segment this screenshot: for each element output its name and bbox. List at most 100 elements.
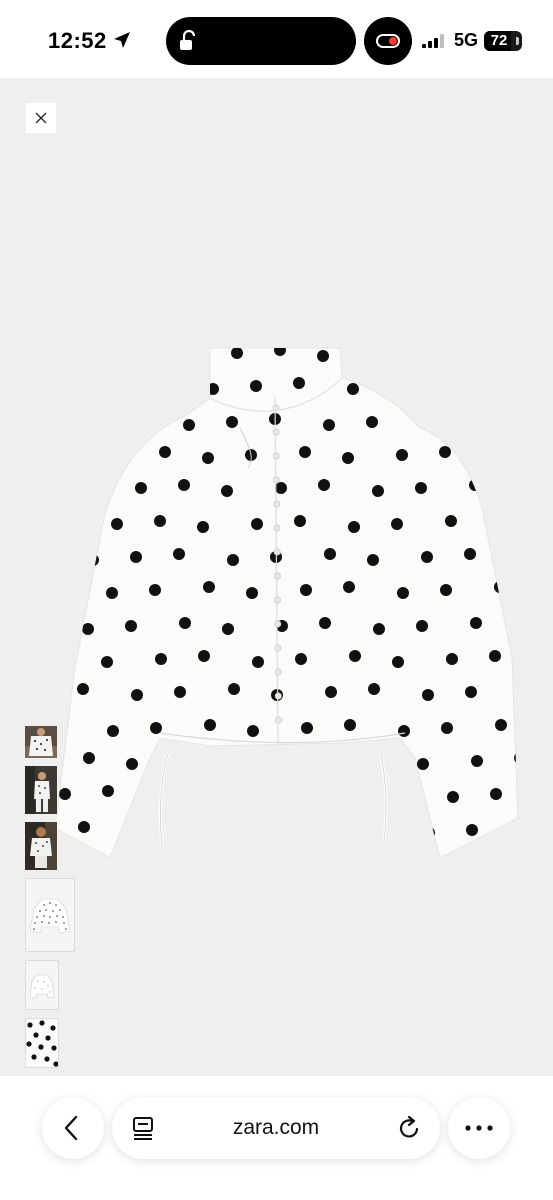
polka-dot xyxy=(519,683,520,695)
polka-dot xyxy=(487,383,499,395)
polka-dot xyxy=(228,683,240,695)
polka-dot xyxy=(63,581,75,593)
jacket-button xyxy=(273,500,281,508)
polka-dot xyxy=(149,584,161,596)
polka-dot xyxy=(390,380,402,392)
status-time: 12:52 xyxy=(48,28,107,53)
polka-dot xyxy=(414,348,426,356)
polka-dot xyxy=(347,383,359,395)
polka-dot xyxy=(177,350,189,362)
polka-dot xyxy=(226,416,238,428)
polka-dot xyxy=(318,479,330,491)
polka-dot xyxy=(417,758,429,770)
polka-dot xyxy=(202,452,214,464)
polka-dot xyxy=(107,725,119,737)
polka-dot xyxy=(373,623,385,635)
recording-dot xyxy=(389,37,397,45)
polka-dot xyxy=(342,452,354,464)
close-button[interactable] xyxy=(26,103,56,133)
polka-dot xyxy=(444,377,456,389)
unlocked-lock-icon xyxy=(178,29,198,53)
polka-dot xyxy=(495,719,507,731)
screen-recording-indicator[interactable] xyxy=(364,17,412,65)
thumbnail-6[interactable] xyxy=(25,1018,59,1068)
polka-dot xyxy=(391,518,403,530)
polka-dot xyxy=(295,653,307,665)
jacket-button xyxy=(273,476,281,484)
polka-dot xyxy=(126,758,138,770)
polka-dot xyxy=(86,416,98,428)
thumbnail-2[interactable] xyxy=(25,766,57,814)
product-image-viewer[interactable] xyxy=(0,78,553,1076)
polka-dot xyxy=(130,551,142,563)
polka-dot xyxy=(397,587,409,599)
thumbnail-1[interactable] xyxy=(25,726,57,758)
polka-dot xyxy=(447,791,459,803)
ellipsis-icon xyxy=(465,1125,493,1131)
polka-dot xyxy=(150,722,162,734)
polka-dot xyxy=(299,446,311,458)
polka-dot xyxy=(174,686,186,698)
polka-dot xyxy=(366,416,378,428)
polka-dot xyxy=(101,656,113,668)
polka-dot xyxy=(344,719,356,731)
address-bar[interactable]: zara.com xyxy=(112,1097,440,1159)
polka-dot xyxy=(393,785,405,797)
thumbnail-5[interactable] xyxy=(25,960,59,1010)
polka-dot xyxy=(517,416,518,428)
polka-dot xyxy=(324,548,336,560)
browser-toolbar: zara.com xyxy=(0,1076,553,1200)
polka-dot xyxy=(57,521,69,533)
more-options-button[interactable] xyxy=(448,1097,510,1159)
polka-dot xyxy=(153,377,165,389)
polka-dot xyxy=(371,348,383,359)
dynamic-island[interactable] xyxy=(166,17,356,65)
polka-dot xyxy=(415,482,427,494)
polka-dot xyxy=(490,788,502,800)
polka-dot xyxy=(159,446,171,458)
polka-dot xyxy=(323,419,335,431)
polka-dot xyxy=(59,788,71,800)
polka-dot xyxy=(56,383,68,395)
polka-dot xyxy=(372,485,384,497)
reload-icon[interactable] xyxy=(398,1115,422,1145)
battery-cap xyxy=(516,37,519,45)
polka-dot xyxy=(511,348,518,359)
polka-dot xyxy=(80,348,92,359)
polka-dot xyxy=(62,452,74,464)
product-image-polka-dot-jacket[interactable] xyxy=(50,338,520,858)
polka-dot xyxy=(207,383,219,395)
back-button[interactable] xyxy=(42,1097,104,1159)
jacket-button xyxy=(272,428,280,436)
polka-dot xyxy=(468,350,480,362)
polka-dot xyxy=(58,650,70,662)
polka-dot xyxy=(134,348,146,356)
status-bar: 12:52 5G 72 xyxy=(0,0,553,78)
polka-dot xyxy=(368,683,380,695)
polka-dot xyxy=(125,620,137,632)
jacket-button xyxy=(273,548,281,556)
polka-dot xyxy=(129,413,141,425)
location-arrow-icon xyxy=(112,30,132,50)
polka-dot xyxy=(183,419,195,431)
polka-dot xyxy=(421,551,433,563)
polka-dot xyxy=(319,617,331,629)
polka-dot xyxy=(301,722,313,734)
polka-dot xyxy=(82,623,94,635)
thumbnail-4[interactable] xyxy=(25,878,75,952)
polka-dot xyxy=(440,584,452,596)
polka-dot xyxy=(317,350,329,362)
polka-dot xyxy=(178,479,190,491)
thumbnail-3[interactable] xyxy=(25,822,57,870)
polka-dot xyxy=(296,791,308,803)
polka-dot xyxy=(77,683,89,695)
polka-dot xyxy=(493,452,505,464)
polka-dot xyxy=(446,653,458,665)
jacket-button xyxy=(274,596,282,604)
polka-dot xyxy=(81,485,93,497)
jacket-button xyxy=(274,716,282,724)
polka-dot xyxy=(154,515,166,527)
jacket-button xyxy=(273,572,281,580)
polka-dot xyxy=(320,755,332,767)
polka-dot xyxy=(349,650,361,662)
